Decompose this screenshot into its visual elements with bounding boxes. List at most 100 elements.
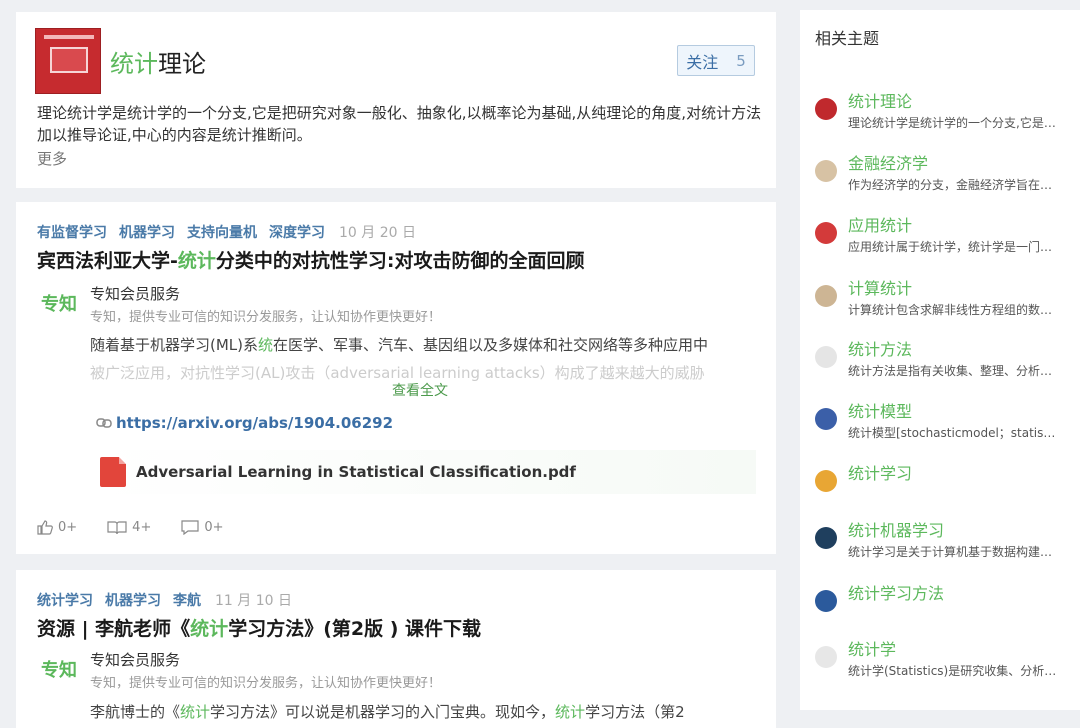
related-topic-name[interactable]: 统计学习: [848, 460, 912, 484]
sidebar-heading: 相关主题: [815, 29, 880, 48]
related-topic-item[interactable]: 统计方法 统计方法是指有关收集、整理、分析和解释数据的方法: [815, 336, 1065, 386]
topic-icon: [815, 346, 837, 368]
article-tag[interactable]: 有监督学习: [37, 222, 107, 242]
link-icon: [96, 418, 112, 428]
related-topic-desc: 理论统计学是统计学的一个分支,它是把研究对象一般化: [848, 116, 1060, 130]
article-card: 统计学习 机器学习 李航 11 月 10 日 资源 | 李航老师《统计学习方法》…: [16, 570, 776, 728]
topic-icon: [815, 98, 837, 120]
related-topic-item[interactable]: 统计学 统计学(Statistics)是研究收集、分析、解释数据的科学: [815, 636, 1065, 686]
related-topic-name[interactable]: 统计理论: [848, 88, 912, 112]
related-topic-item[interactable]: 统计机器学习 统计学习是关于计算机基于数据构建概率统计模型: [815, 517, 1065, 567]
topic-icon: [815, 285, 837, 307]
article-title-highlight: 统计: [190, 618, 229, 640]
article-tags: 有监督学习 机器学习 支持向量机 深度学习 10 月 20 日: [37, 222, 416, 242]
related-topic-name[interactable]: 金融经济学: [848, 150, 928, 174]
topic-header-card: 统计理论 关注 5 理论统计学是统计学的一个分支,它是把研究对象一般化、抽象化,…: [16, 12, 776, 188]
related-topic-name[interactable]: 统计机器学习: [848, 517, 944, 541]
article-tag[interactable]: 机器学习: [119, 222, 175, 242]
related-topic-item[interactable]: 统计理论 理论统计学是统计学的一个分支,它是把研究对象一般化: [815, 88, 1065, 138]
article-tag[interactable]: 支持向量机: [187, 222, 257, 242]
article-date: 10 月 20 日: [339, 225, 416, 241]
pdf-icon: [100, 457, 126, 487]
thumbnail-screen: [50, 47, 88, 73]
related-topic-name[interactable]: 统计方法: [848, 336, 912, 360]
related-topic-desc: 统计学习是关于计算机基于数据构建概率统计模型: [848, 545, 1060, 559]
excerpt-post: 在医学、军事、汽车、基因组以及多媒体和社交网络等多种应用中: [273, 336, 709, 354]
thumbs-up-icon: [37, 520, 53, 535]
article-title[interactable]: 资源 | 李航老师《统计学习方法》(第2版 ) 课件下载: [37, 614, 481, 641]
excerpt-pre: 随着基于机器学习(ML)系: [90, 336, 259, 354]
comment-button[interactable]: 0+: [181, 520, 224, 535]
article-date: 11 月 10 日: [215, 593, 292, 609]
related-topic-desc: 应用统计属于统计学，统计学是一门研究方法的学科: [848, 240, 1060, 254]
like-button[interactable]: 0+: [37, 520, 77, 535]
topic-icon: [815, 470, 837, 492]
article-title-highlight: 统计: [177, 250, 216, 272]
read-full-link[interactable]: 查看全文: [392, 380, 448, 400]
article-link[interactable]: https://arxiv.org/abs/1904.06292: [96, 414, 393, 432]
topic-icon: [815, 527, 837, 549]
article-title[interactable]: 宾西法利亚大学-统计分类中的对抗性学习:对攻击防御的全面回顾: [37, 246, 585, 273]
follow-count: 5: [736, 51, 746, 70]
article-excerpt: 李航博士的《统计学习方法》可以说是机器学习的入门宝典。现如今，统计学习方法（第2: [90, 700, 760, 724]
follow-label: 关注: [686, 52, 719, 72]
related-topic-name[interactable]: 应用统计: [848, 212, 912, 236]
related-topic-desc: 统计方法是指有关收集、整理、分析和解释数据的方法: [848, 364, 1060, 378]
excerpt-pre: 李航博士的《: [90, 703, 181, 721]
read-count-value: 4+: [132, 520, 152, 535]
related-topic-desc: 计算统计包含求解非线性方程组的数值方法等: [848, 303, 1060, 317]
source-logo: 专知: [41, 294, 77, 315]
pdf-attachment[interactable]: Adversarial Learning in Statistical Clas…: [96, 450, 756, 494]
related-topic-item[interactable]: 计算统计 计算统计包含求解非线性方程组的数值方法等: [815, 275, 1065, 325]
article-tag[interactable]: 统计学习: [37, 590, 93, 610]
topic-more-link[interactable]: 更多: [37, 148, 67, 169]
related-topic-name[interactable]: 统计学: [848, 636, 896, 660]
related-topic-name[interactable]: 统计模型: [848, 398, 912, 422]
excerpt-mid: 学习方法》可以说是机器学习的入门宝典。现如今，: [210, 703, 556, 721]
related-topic-item[interactable]: 统计学习方法: [815, 580, 1065, 630]
source-description: 专知，提供专业可信的知识分发服务，让认知协作更快更好！: [90, 310, 442, 325]
article-title-pre: 资源 | 李航老师《: [37, 618, 191, 640]
related-topic-item[interactable]: 统计模型 统计模型[stochasticmodel；statistical mo…: [815, 398, 1065, 448]
topic-description: 理论统计学是统计学的一个分支,它是把研究对象一般化、抽象化,以概率论为基础,从纯…: [37, 104, 762, 144]
related-topics-sidebar: 相关主题 统计理论 理论统计学是统计学的一个分支,它是把研究对象一般化 金融经济…: [800, 10, 1080, 710]
topic-thumbnail: [35, 28, 101, 94]
article-tag[interactable]: 深度学习: [269, 222, 325, 242]
article-title-post: 学习方法》(第2版 ) 课件下载: [228, 618, 482, 640]
excerpt-post: 学习方法（第2: [585, 703, 685, 721]
source-name[interactable]: 专知会员服务: [90, 283, 180, 304]
related-topic-item[interactable]: 统计学习: [815, 460, 1065, 510]
related-topic-item[interactable]: 应用统计 应用统计属于统计学，统计学是一门研究方法的学科: [815, 212, 1065, 262]
topic-icon: [815, 160, 837, 182]
article-excerpt: 随着基于机器学习(ML)系统在医学、军事、汽车、基因组以及多媒体和社交网络等多种…: [90, 333, 760, 357]
comment-icon: [181, 520, 199, 535]
thumbnail-bar: [44, 35, 94, 39]
article-tags: 统计学习 机器学习 李航 11 月 10 日: [37, 590, 292, 610]
topic-icon: [815, 408, 837, 430]
source-name[interactable]: 专知会员服务: [90, 649, 180, 670]
related-topic-name[interactable]: 计算统计: [848, 275, 912, 299]
article-tag[interactable]: 机器学习: [105, 590, 161, 610]
follow-button[interactable]: 关注 5: [677, 45, 755, 76]
excerpt-highlight: 统计: [180, 703, 211, 721]
article-card: 有监督学习 机器学习 支持向量机 深度学习 10 月 20 日 宾西法利亚大学-…: [16, 202, 776, 554]
like-count: 0+: [58, 520, 78, 535]
related-topic-item[interactable]: 金融经济学 作为经济学的分支，金融经济学旨在研究金融市场: [815, 150, 1065, 200]
related-topic-name[interactable]: 统计学习方法: [848, 580, 944, 604]
topic-icon: [815, 646, 837, 668]
topic-title-highlight: 统计: [110, 50, 158, 78]
article-tag[interactable]: 李航: [173, 590, 201, 610]
pdf-filename: Adversarial Learning in Statistical Clas…: [136, 463, 576, 481]
excerpt-highlight-2: 统计: [555, 703, 586, 721]
comment-count: 0+: [204, 520, 224, 535]
source-logo: 专知: [41, 660, 77, 681]
topic-title-rest: 理论: [158, 50, 206, 78]
article-link-url: https://arxiv.org/abs/1904.06292: [116, 414, 394, 432]
related-topic-desc: 统计模型[stochasticmodel；statistical model]: [848, 426, 1060, 440]
article-title-post: 分类中的对抗性学习:对攻击防御的全面回顾: [215, 250, 585, 272]
excerpt-highlight: 统: [258, 336, 274, 354]
source-description: 专知，提供专业可信的知识分发服务，让认知协作更快更好！: [90, 676, 442, 691]
topic-title: 统计理论: [110, 44, 206, 79]
article-title-pre: 宾西法利亚大学-: [37, 250, 178, 272]
read-count[interactable]: 4+: [107, 520, 151, 535]
